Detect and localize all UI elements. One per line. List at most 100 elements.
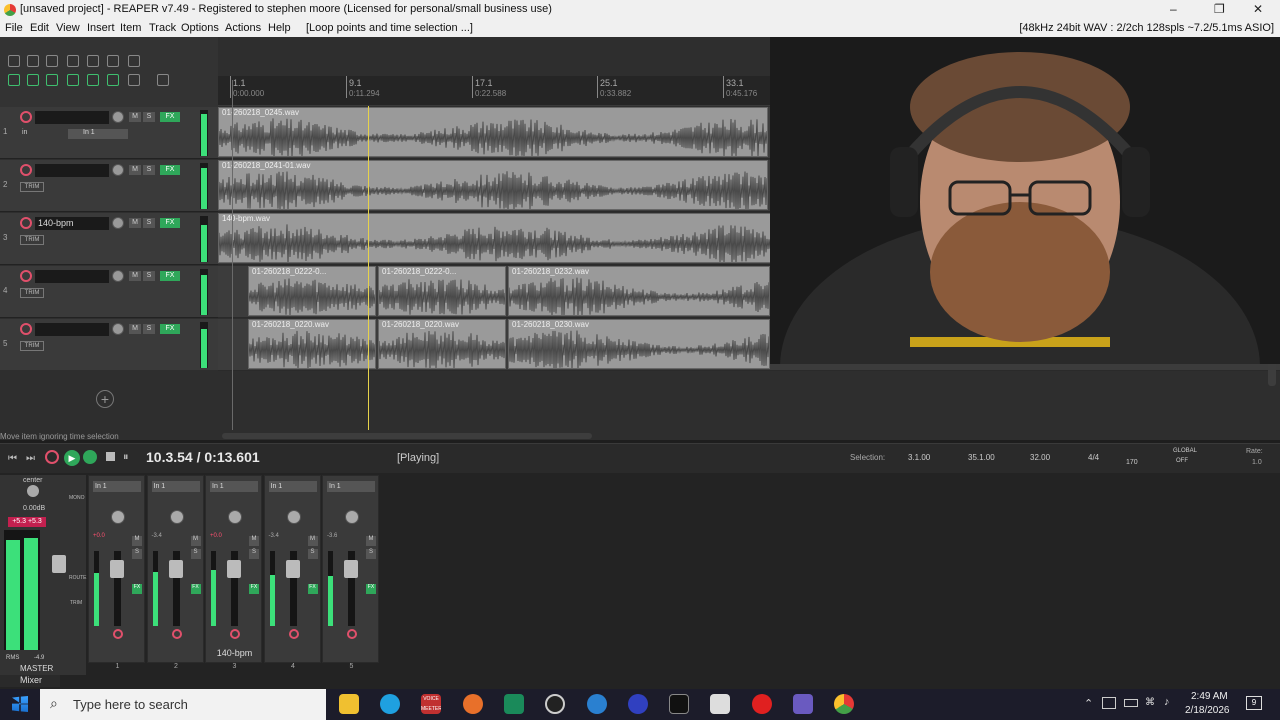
media-item[interactable]: 01-260218_0232.wav	[508, 266, 770, 316]
strip-pan-knob[interactable]	[286, 510, 301, 524]
strip-mute-button[interactable]: M	[366, 536, 376, 546]
solo-button[interactable]: S	[143, 165, 155, 175]
firefox-icon[interactable]	[463, 694, 483, 714]
battery-icon[interactable]	[1124, 699, 1138, 707]
strip-fader[interactable]	[110, 560, 124, 578]
obs-studio-icon[interactable]	[545, 694, 565, 714]
strip-solo-button[interactable]: S	[249, 549, 259, 559]
record-arm-button[interactable]	[20, 323, 32, 335]
audio-format-status[interactable]: [48kHz 24bit WAV : 2/2ch 128spls ~7.2/5.…	[1019, 22, 1274, 34]
strip-solo-button[interactable]: S	[132, 549, 142, 559]
grouping-icon[interactable]	[67, 74, 79, 86]
media-item[interactable]: 01-260218_0245.wav	[218, 107, 768, 157]
grid-icon[interactable]	[8, 74, 20, 86]
bpm-display[interactable]: 170	[1126, 459, 1138, 466]
strip-mute-button[interactable]: M	[249, 536, 259, 546]
strip-pan-knob[interactable]	[111, 510, 125, 524]
menu-loop-points[interactable]: [Loop points and time selection ...]	[306, 22, 473, 34]
volume-knob[interactable]	[112, 111, 124, 123]
menu-help[interactable]: Help	[268, 22, 291, 34]
volume-icon[interactable]: ♪	[1164, 696, 1170, 708]
strip-record-arm-button[interactable]	[230, 629, 240, 639]
strip-pan-knob[interactable]	[228, 510, 242, 524]
strip-mute-button[interactable]: M	[307, 536, 318, 546]
strip-input-select[interactable]: In 1	[210, 481, 258, 492]
go-to-end-icon[interactable]: ⏭	[26, 453, 35, 464]
solo-button[interactable]: S	[143, 112, 155, 122]
stop-button[interactable]	[106, 452, 115, 461]
youtube-icon[interactable]	[752, 694, 772, 714]
strip-name[interactable]: 140-bpm	[206, 648, 263, 662]
strip-input-select[interactable]: In 1	[327, 481, 375, 492]
clock-date[interactable]: 2/18/2026	[1185, 705, 1230, 716]
track-name-field[interactable]: 140-bpm	[35, 217, 109, 230]
strip-fx-button[interactable]: FX	[190, 584, 201, 594]
redo-icon[interactable]	[107, 55, 119, 67]
open-project-icon[interactable]	[27, 55, 39, 67]
ripple-icon[interactable]	[46, 74, 58, 86]
input-monitor[interactable]: in	[22, 129, 27, 136]
window-app-icon[interactable]	[710, 694, 730, 714]
volume-knob[interactable]	[112, 270, 124, 282]
notifications-icon[interactable]: 9	[1246, 696, 1262, 710]
strip-name[interactable]	[89, 648, 146, 662]
menu-edit[interactable]: Edit	[30, 22, 49, 34]
mute-button[interactable]: M	[129, 112, 141, 122]
media-item[interactable]: 01-260218_0222-0...	[378, 266, 506, 316]
mute-button[interactable]: M	[129, 324, 141, 334]
track-name-field[interactable]	[35, 164, 109, 177]
track-name-field[interactable]	[35, 111, 109, 124]
track-name-field[interactable]	[35, 323, 109, 336]
strip-fx-button[interactable]: FX	[307, 584, 318, 594]
reaper-taskbar-icon[interactable]	[834, 694, 854, 714]
voicemeeter-icon[interactable]: VOICE MEETER	[421, 694, 441, 714]
menu-insert[interactable]: Insert	[87, 22, 115, 34]
tray-chevron-icon[interactable]: ⌃	[1084, 697, 1093, 710]
global-state[interactable]: OFF	[1176, 458, 1188, 464]
solo-button[interactable]: S	[143, 218, 155, 228]
strip-input-select[interactable]: In 1	[93, 481, 141, 492]
metronome-icon[interactable]	[128, 55, 140, 67]
strip-pan-knob[interactable]	[345, 510, 359, 524]
media-item[interactable]: 01-260218_0222-0...	[248, 266, 376, 316]
strip-mute-button[interactable]: M	[190, 536, 201, 546]
strip-input-select[interactable]: In 1	[268, 481, 317, 492]
fx-button[interactable]: FX	[160, 218, 180, 228]
strip-solo-button[interactable]: S	[307, 549, 318, 559]
strip-record-arm-button[interactable]	[171, 629, 182, 639]
mute-button[interactable]: M	[129, 218, 141, 228]
strip-fader[interactable]	[227, 560, 241, 578]
add-track-icon[interactable]: +	[96, 390, 114, 408]
strip-pan-knob[interactable]	[169, 510, 184, 524]
horizontal-scrollbar[interactable]	[222, 433, 592, 439]
track-control-panel-3[interactable]: 3 140-bpm M S FX TRIM	[0, 213, 218, 265]
global-label[interactable]: GLOBAL	[1173, 448, 1197, 454]
media-item[interactable]: 01-260218_0220.wav	[248, 319, 376, 369]
strip-name[interactable]	[265, 648, 322, 662]
trim-button[interactable]: TRIM	[20, 341, 44, 351]
envelope-icon[interactable]	[107, 74, 119, 86]
selection-start[interactable]: 3.1.00	[908, 453, 930, 462]
solo-button[interactable]: S	[143, 271, 155, 281]
menu-item[interactable]: Item	[120, 22, 141, 34]
edge-browser-icon[interactable]	[380, 694, 400, 714]
save-project-icon[interactable]	[46, 55, 58, 67]
solo-button[interactable]: S	[143, 324, 155, 334]
track-control-panel-1[interactable]: 1 M S FX in In 1	[0, 107, 218, 159]
fx-button[interactable]: FX	[160, 165, 180, 175]
strip-record-arm-button[interactable]	[347, 629, 357, 639]
network-icon[interactable]: ⌘	[1145, 697, 1155, 708]
track-control-panel-4[interactable]: 4 M S FX TRIM	[0, 266, 218, 318]
mute-button[interactable]: M	[129, 165, 141, 175]
minimize-button[interactable]: –	[1170, 2, 1177, 16]
repeat-button[interactable]	[83, 450, 97, 464]
menu-options[interactable]: Options	[181, 22, 219, 34]
go-to-start-icon[interactable]: ⏮	[8, 453, 17, 464]
vector-app-icon[interactable]	[793, 694, 813, 714]
volume-knob[interactable]	[112, 217, 124, 229]
media-item[interactable]: 01-260218_0241-01.wav	[218, 160, 768, 210]
strip-record-arm-button[interactable]	[113, 629, 123, 639]
master-route[interactable]: ROUTE	[69, 575, 87, 581]
selection-end[interactable]: 35.1.00	[968, 453, 995, 462]
strip-solo-button[interactable]: S	[190, 549, 201, 559]
